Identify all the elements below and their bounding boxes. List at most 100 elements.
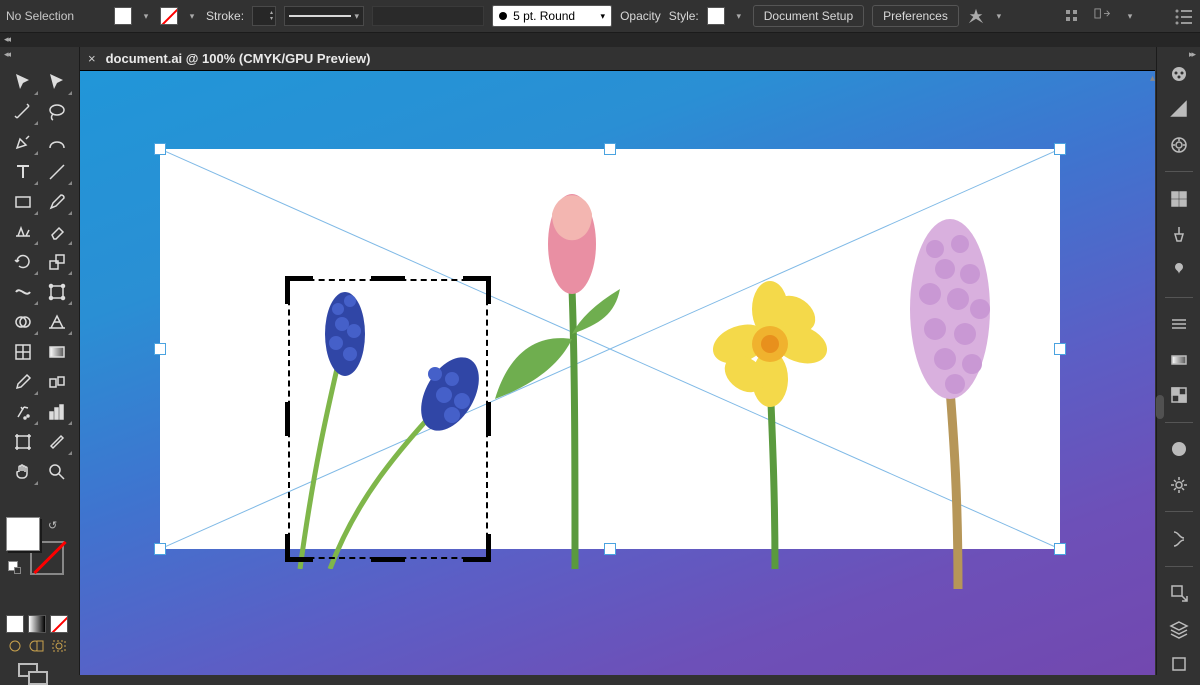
hand-tool[interactable] xyxy=(6,457,40,487)
asset-export-panel-icon[interactable] xyxy=(1167,583,1191,604)
shaper-tool[interactable] xyxy=(6,217,40,247)
direct-selection-tool[interactable] xyxy=(40,67,74,97)
libraries-panel-icon[interactable] xyxy=(1167,528,1191,549)
pen-tool[interactable] xyxy=(6,127,40,157)
symbol-sprayer-tool[interactable] xyxy=(6,397,40,427)
zoom-tool[interactable] xyxy=(40,457,74,487)
color-guide-panel-icon[interactable] xyxy=(1167,134,1191,155)
shape-builder-tool[interactable] xyxy=(6,307,40,337)
stroke-profile-select[interactable]: ▾ xyxy=(284,6,364,26)
handle-bottom-right[interactable] xyxy=(1054,543,1066,555)
scale-tool[interactable] xyxy=(40,247,74,277)
fill-stroke-control[interactable]: ↺ xyxy=(6,517,66,577)
draw-inside-icon[interactable] xyxy=(50,637,68,655)
column-graph-tool[interactable] xyxy=(40,397,74,427)
stroke-panel-icon[interactable] xyxy=(1167,313,1191,334)
rectangle-tool[interactable] xyxy=(6,187,40,217)
control-bar: No Selection ▾ ▾ Stroke: ▴▾ ▾ 5 pt. Roun… xyxy=(0,0,1200,33)
brush-select[interactable]: 5 pt. Round ▾ xyxy=(492,5,612,27)
draw-behind-icon[interactable] xyxy=(28,637,46,655)
stroke-weight-input[interactable]: ▴▾ xyxy=(252,6,276,26)
preferences-button[interactable]: Preferences xyxy=(872,5,959,27)
arrange-step-icon[interactable] xyxy=(1094,8,1114,26)
crop-edge-top[interactable] xyxy=(371,276,405,281)
collapse-left-icon[interactable]: ◂◂ xyxy=(4,34,9,45)
rotate-tool[interactable] xyxy=(6,247,40,277)
line-segment-tool[interactable] xyxy=(40,157,74,187)
fill-dropdown[interactable]: ▾ xyxy=(140,7,152,25)
paintbrush-tool[interactable] xyxy=(40,187,74,217)
stroke-dropdown[interactable]: ▾ xyxy=(186,7,198,25)
screen-mode-icon[interactable] xyxy=(18,663,48,685)
handle-bottom[interactable] xyxy=(604,543,616,555)
document-tab-title[interactable]: document.ai @ 100% (CMYK/GPU Preview) xyxy=(106,51,371,66)
slice-tool[interactable] xyxy=(40,427,74,457)
pin-dropdown[interactable]: ▾ xyxy=(993,7,1005,25)
handle-left[interactable] xyxy=(154,343,166,355)
collapse-tools-icon[interactable]: ◂◂ xyxy=(4,49,9,60)
artboard-tool[interactable] xyxy=(6,427,40,457)
flower-tulip xyxy=(480,169,660,569)
crop-edge-bottom[interactable] xyxy=(371,557,405,562)
handle-top-left[interactable] xyxy=(154,143,166,155)
appearance-panel-icon[interactable] xyxy=(1167,439,1191,460)
graphic-styles-panel-icon[interactable] xyxy=(1167,474,1191,495)
selection-status: No Selection xyxy=(6,9,74,23)
width-tool[interactable] xyxy=(6,277,40,307)
graphic-style-dropdown[interactable]: ▾ xyxy=(733,7,745,25)
canvas-scroll-up-icon[interactable]: ▴ xyxy=(1150,73,1155,84)
close-tab-icon[interactable]: × xyxy=(88,51,96,66)
blend-tool[interactable] xyxy=(40,367,74,397)
handle-bottom-left[interactable] xyxy=(154,543,166,555)
perspective-grid-tool[interactable] xyxy=(40,307,74,337)
symbols-panel-icon[interactable] xyxy=(1167,259,1191,280)
crop-corner-bl[interactable] xyxy=(285,534,313,562)
gradient-panel-icon[interactable] xyxy=(1167,349,1191,370)
swap-fill-stroke-icon[interactable]: ↺ xyxy=(48,519,57,532)
crop-corner-tr[interactable] xyxy=(463,276,491,304)
placed-image[interactable] xyxy=(160,149,1060,549)
brushes-panel-icon[interactable] xyxy=(1167,224,1191,245)
expand-panels-icon[interactable]: ▸▸ xyxy=(1189,49,1194,60)
crop-edge-left[interactable] xyxy=(285,402,290,436)
handle-right[interactable] xyxy=(1054,343,1066,355)
lasso-tool[interactable] xyxy=(40,97,74,127)
color-mode-solid[interactable] xyxy=(6,615,24,633)
fill-swatch[interactable] xyxy=(114,7,132,25)
crop-corner-tl[interactable] xyxy=(285,276,313,304)
selection-tool[interactable] xyxy=(6,67,40,97)
artboards-panel-icon[interactable] xyxy=(1167,654,1191,675)
transparency-panel-icon[interactable] xyxy=(1167,384,1191,405)
curvature-tool[interactable] xyxy=(40,127,74,157)
fill-color-swatch[interactable] xyxy=(6,517,40,551)
crop-marquee[interactable] xyxy=(288,279,488,559)
arrange-dropdown[interactable]: ▾ xyxy=(1124,8,1136,26)
color-mode-gradient[interactable] xyxy=(28,615,46,633)
gradient-tool[interactable] xyxy=(40,337,74,367)
type-tool[interactable] xyxy=(6,157,40,187)
handle-top-right[interactable] xyxy=(1054,143,1066,155)
crop-corner-br[interactable] xyxy=(463,534,491,562)
swatches-panel-icon[interactable] xyxy=(1167,188,1191,209)
list-menu-icon[interactable] xyxy=(1174,8,1194,26)
eraser-tool[interactable] xyxy=(40,217,74,247)
color-panel-icon[interactable] xyxy=(1167,98,1191,119)
color-mode-none[interactable] xyxy=(50,615,68,633)
properties-panel-icon[interactable] xyxy=(1167,63,1191,84)
layers-panel-icon[interactable] xyxy=(1167,618,1191,639)
eyedropper-tool[interactable] xyxy=(6,367,40,397)
graphic-style-swatch[interactable] xyxy=(707,7,725,25)
draw-normal-icon[interactable] xyxy=(6,637,24,655)
stroke-swatch[interactable] xyxy=(160,7,178,25)
panel-scrollbar[interactable] xyxy=(1156,395,1164,419)
align-icon[interactable] xyxy=(1064,8,1084,26)
mesh-tool[interactable] xyxy=(6,337,40,367)
magic-wand-tool[interactable] xyxy=(6,97,40,127)
document-setup-button[interactable]: Document Setup xyxy=(753,5,864,27)
handle-top[interactable] xyxy=(604,143,616,155)
pin-icon[interactable] xyxy=(967,7,985,25)
canvas[interactable]: ▴ xyxy=(80,71,1155,675)
crop-edge-right[interactable] xyxy=(486,402,491,436)
free-transform-tool[interactable] xyxy=(40,277,74,307)
brush-definition-select[interactable] xyxy=(372,6,484,26)
